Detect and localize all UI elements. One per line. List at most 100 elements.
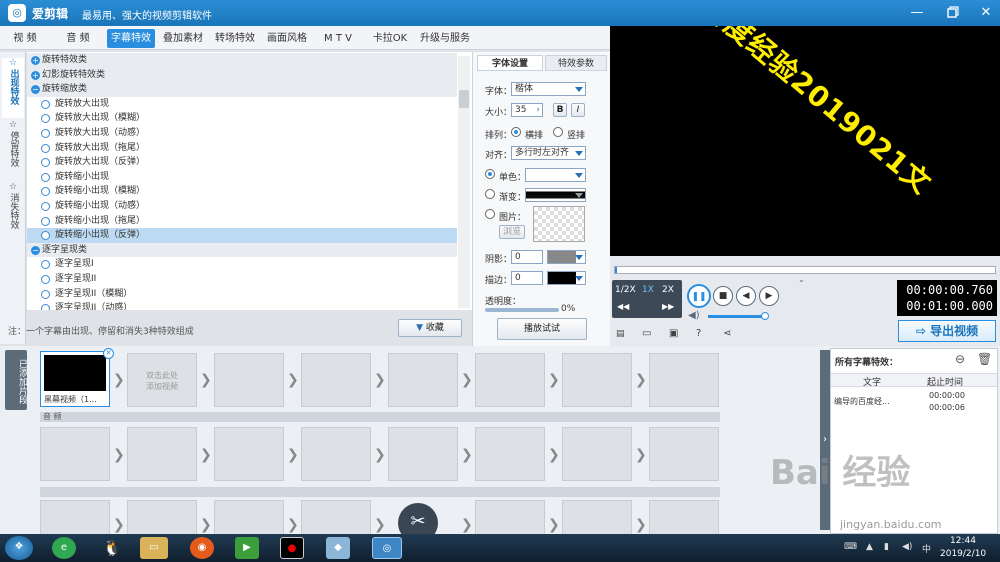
volume-slider[interactable]	[708, 315, 764, 318]
delete-icon[interactable]: 🗑	[977, 352, 992, 366]
video-slot[interactable]	[562, 353, 632, 407]
tab-video[interactable]: 视 频	[4, 29, 46, 48]
scroll-thumb[interactable]	[459, 90, 469, 108]
tab-mtv[interactable]: M T V	[316, 29, 360, 48]
audio-slot[interactable]	[301, 427, 371, 481]
aijianji-taskbar-icon[interactable]: ◎	[372, 537, 402, 559]
previous-frame-button[interactable]: ◀	[736, 286, 756, 306]
tab-effect-params[interactable]: 特效参数	[545, 55, 607, 71]
vertical-radio[interactable]	[553, 127, 563, 137]
effect-category[interactable]: + 幻影旋转特效类	[27, 67, 457, 83]
effect-category[interactable]: + 旋转特效类	[27, 53, 457, 68]
tab-karaoke[interactable]: 卡拉OK	[367, 29, 413, 48]
tab-audio[interactable]: 音 频	[56, 29, 100, 48]
video-slot[interactable]	[301, 353, 371, 407]
video-slot[interactable]	[214, 353, 284, 407]
fast-forward-icon[interactable]: ▶▶	[662, 302, 674, 311]
video-preview[interactable]: 百度经验2019021文	[610, 26, 1000, 256]
help-icon[interactable]: ?	[696, 328, 701, 339]
gradient-select[interactable]	[525, 188, 586, 202]
tab-transition[interactable]: 转场特效	[210, 29, 260, 48]
added-clips-tab[interactable]: 已添加片段	[5, 350, 27, 410]
effect-item[interactable]: 旋转缩小出现（动感）	[27, 199, 457, 214]
effect-list-scrollbar[interactable]	[458, 56, 470, 308]
next-frame-button[interactable]: ▶	[759, 286, 779, 306]
media-icon[interactable]: ▶	[235, 537, 259, 559]
speed-normal[interactable]: 1X	[642, 285, 654, 295]
solid-color-select[interactable]	[525, 168, 586, 182]
opacity-slider[interactable]	[485, 308, 559, 312]
font-select[interactable]: 楷体	[511, 82, 586, 96]
effect-item[interactable]: 旋转放大出现（动感）	[27, 126, 457, 141]
rewind-icon[interactable]: ◀◀	[617, 302, 629, 311]
minimize-icon[interactable]: —	[906, 3, 928, 23]
effect-item[interactable]: 旋转放大出现	[27, 97, 457, 112]
volume-handle[interactable]	[761, 312, 769, 320]
effect-item[interactable]: 旋转缩小出现（反弹）	[27, 228, 457, 243]
volume-tray-icon[interactable]: ◀)	[902, 542, 912, 552]
effect-item[interactable]: 逐字呈现I	[27, 257, 457, 272]
tray-expand-icon[interactable]: ▲	[866, 542, 873, 552]
italic-button[interactable]: I	[571, 103, 585, 117]
effect-item[interactable]: 逐字呈现II（模糊）	[27, 287, 457, 302]
effect-item[interactable]: 旋转放大出现（模糊）	[27, 111, 457, 126]
subtitle-row[interactable]: 编导的百度经... 00:00:00 00:00:06	[831, 389, 997, 415]
keyboard-icon[interactable]: ⌨	[844, 542, 857, 552]
tab-overlay[interactable]: 叠加素材	[159, 29, 207, 48]
firefox-icon[interactable]: ◉	[190, 537, 214, 559]
video-slot[interactable]	[475, 353, 545, 407]
sidecat-disappear[interactable]: ☆ 消失特效	[2, 182, 24, 242]
gradient-radio[interactable]	[485, 189, 495, 199]
browse-button[interactable]: 浏览	[499, 225, 525, 239]
stroke-color-select[interactable]	[547, 271, 586, 285]
pause-button[interactable]: ❚❚	[687, 284, 711, 308]
close-icon[interactable]: ✕	[975, 3, 997, 23]
effect-item[interactable]: 旋转缩小出现	[27, 170, 457, 185]
stop-button[interactable]: ■	[713, 286, 733, 306]
volume-icon[interactable]: ◀)	[688, 310, 700, 321]
effect-category[interactable]: − 旋转缩放类	[27, 82, 457, 97]
speed-half[interactable]: 1/2X	[615, 285, 636, 295]
back-icon[interactable]: ⊖	[955, 352, 965, 366]
solid-color-radio[interactable]	[485, 169, 495, 179]
sidecat-appear[interactable]: ☆ 出现特效	[2, 58, 24, 118]
effect-item[interactable]: 逐字呈现II（动感）	[27, 301, 457, 310]
collapse-icon[interactable]: ⌄	[798, 275, 805, 284]
tab-style[interactable]: 画面风格	[262, 29, 312, 48]
image-radio[interactable]	[485, 209, 495, 219]
audio-slot[interactable]	[562, 427, 632, 481]
file-explorer-icon[interactable]: ▭	[140, 537, 168, 559]
export-video-button[interactable]: ⇨ 导出视频	[898, 320, 996, 342]
app-icon[interactable]: ◆	[326, 537, 350, 559]
remove-clip-icon[interactable]: ✕	[103, 348, 114, 359]
effect-item[interactable]: 旋转缩小出现（拖尾）	[27, 214, 457, 229]
audio-slot[interactable]	[649, 427, 719, 481]
video-slot[interactable]	[649, 353, 719, 407]
audio-slot[interactable]	[40, 427, 110, 481]
qq-icon[interactable]: 🐧	[100, 537, 124, 559]
effect-item[interactable]: 旋转缩小出现（模糊）	[27, 184, 457, 199]
tab-upgrade[interactable]: 升级与服务	[417, 29, 473, 48]
effect-item[interactable]: 旋转放大出现（反弹）	[27, 155, 457, 170]
record-icon[interactable]: ●	[280, 537, 304, 559]
effect-item[interactable]: 逐字呈现II	[27, 272, 457, 287]
audio-slot[interactable]	[127, 427, 197, 481]
shadow-input[interactable]: 0	[511, 250, 543, 264]
speed-double[interactable]: 2X	[662, 285, 674, 295]
audio-slot[interactable]	[475, 427, 545, 481]
tab-font-settings[interactable]: 字体设置	[477, 55, 543, 71]
effect-category[interactable]: − 逐字呈现类	[27, 242, 457, 258]
maximize-icon[interactable]	[942, 5, 964, 25]
save-icon[interactable]: ▣	[669, 328, 678, 339]
shadow-color-select[interactable]	[547, 250, 586, 264]
bold-button[interactable]: B	[553, 103, 567, 117]
horizontal-radio[interactable]	[511, 127, 521, 137]
collapse-panel-icon[interactable]: ›	[820, 350, 830, 530]
sidecat-stay[interactable]: ☆ 停留特效	[2, 120, 24, 180]
audio-slot[interactable]	[214, 427, 284, 481]
size-input[interactable]: 35 ›	[511, 103, 543, 117]
play-test-button[interactable]: 播放试试	[497, 318, 587, 340]
start-icon[interactable]: ❖	[5, 536, 33, 560]
clip-black-video[interactable]: 黑幕视频（1... ✕	[40, 348, 114, 407]
effect-item[interactable]: 旋转放大出现（拖尾）	[27, 141, 457, 156]
